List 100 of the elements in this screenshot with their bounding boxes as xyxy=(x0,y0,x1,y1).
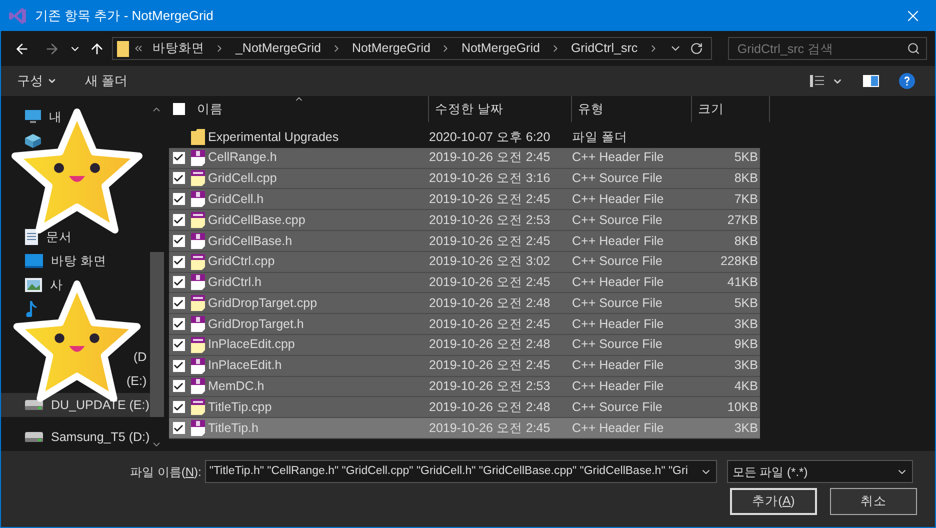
file-type: C++ Header File xyxy=(572,149,665,166)
modified-date: 2019-10-26 오전 2:45 xyxy=(429,274,552,292)
modified-date: 2019-10-26 오전 2:48 xyxy=(429,336,552,354)
file-size: 8KB xyxy=(733,232,758,250)
window-title: 기존 항목 추가 - NotMergeGrid xyxy=(35,7,214,26)
back-arrow-icon xyxy=(14,40,30,56)
file-size: 5KB xyxy=(733,149,758,166)
file-type: C++ Source File xyxy=(572,336,664,354)
file-size: 4KB xyxy=(733,378,758,396)
file-row[interactable]: GridCellBase.cpp 2019-10-26 오전 2:53 C++ Source File 27KB xyxy=(169,210,760,231)
file-type: C++ Header File xyxy=(572,420,665,437)
column-header[interactable]: 크기 xyxy=(692,96,770,122)
row-checkbox[interactable] xyxy=(172,193,184,206)
breadcrumb-item[interactable]: 바탕화면 xyxy=(148,39,208,58)
organize-menu-button[interactable]: 구성 xyxy=(17,71,57,91)
filename-label: 파일 이름(N): xyxy=(130,464,202,480)
sidebar-item[interactable]: 문서 xyxy=(25,225,72,249)
row-checkbox[interactable] xyxy=(172,256,184,268)
folder-icon xyxy=(117,40,130,56)
row-checkbox[interactable] xyxy=(172,360,184,372)
file-row[interactable]: GridCell.cpp 2019-10-26 오전 3:16 C++ Source File 8KB xyxy=(169,168,760,190)
file-size: 7KB xyxy=(733,190,758,208)
file-size: 3KB xyxy=(733,420,758,437)
breadcrumb-item[interactable]: NotMergeGrid xyxy=(348,39,434,58)
row-checkbox[interactable] xyxy=(172,380,184,392)
file-row[interactable]: CellRange.h 2019-10-26 오전 2:45 C++ Header File 5KB xyxy=(169,148,760,169)
sidebar-item[interactable]: 내 xyxy=(25,105,62,129)
sidebar-item[interactable]: DU_UPDATE (E:) xyxy=(1,393,150,417)
row-checkbox[interactable] xyxy=(172,214,184,226)
row-checkbox[interactable] xyxy=(172,422,184,434)
source-file-icon xyxy=(190,336,206,353)
file-name: InPlaceEdit.h xyxy=(207,357,283,374)
file-row[interactable]: GridDropTarget.h 2019-10-26 오전 2:45 C++ Header File 3KB xyxy=(169,314,760,335)
dialog-button[interactable]: 취소 xyxy=(830,488,917,515)
source-file-icon xyxy=(190,399,206,416)
source-file-icon xyxy=(190,295,206,312)
modified-date: 2019-10-26 오전 2:45 xyxy=(429,420,552,437)
row-checkbox[interactable] xyxy=(172,234,184,247)
dialog-button[interactable]: 추가(A) xyxy=(730,488,817,515)
file-type: C++ Source File xyxy=(572,170,664,188)
sidebar-item[interactable]: (D xyxy=(133,345,147,369)
file-row[interactable]: GridCtrl.h 2019-10-26 오전 2:45 C++ Header File 41KB xyxy=(169,272,760,294)
overflow-chevron-icon xyxy=(133,43,144,54)
scrollbar-thumb[interactable] xyxy=(150,252,164,417)
breadcrumb-item[interactable]: _NotMergeGrid xyxy=(231,39,325,58)
sidebar-item[interactable]: 사 xyxy=(25,273,63,297)
file-row[interactable]: MemDC.h 2019-10-26 오전 2:53 C++ Header File 4KB xyxy=(169,376,760,398)
file-size: 3KB xyxy=(733,316,758,333)
row-checkbox[interactable] xyxy=(172,401,184,414)
modified-date: 2019-10-26 오전 2:53 xyxy=(429,212,552,229)
refresh-icon[interactable] xyxy=(690,42,704,55)
row-checkbox[interactable] xyxy=(172,318,184,330)
document-icon xyxy=(25,229,38,245)
row-checkbox[interactable] xyxy=(172,338,184,351)
file-row[interactable]: GridCtrl.cpp 2019-10-26 오전 3:02 C++ Source File 228KB xyxy=(169,252,760,273)
select-all-checkbox[interactable] xyxy=(173,103,185,115)
row-checkbox[interactable] xyxy=(172,297,184,310)
column-header[interactable]: 유형 xyxy=(572,96,692,122)
file-size: 5KB xyxy=(733,294,758,312)
header-file-icon xyxy=(190,232,206,249)
file-row[interactable]: InPlaceEdit.h 2019-10-26 오전 2:45 C++ Header File 3KB xyxy=(169,356,760,377)
breadcrumb-item[interactable]: NotMergeGrid xyxy=(457,39,544,58)
preview-pane-icon[interactable] xyxy=(863,75,879,87)
column-header[interactable]: 수정한 날짜 xyxy=(429,96,572,122)
column-header[interactable]: 이름 xyxy=(197,100,223,118)
row-checkbox[interactable] xyxy=(172,172,184,184)
filename-field[interactable]: "TitleTip.h" "CellRange.h" "GridCell.cpp" "GridCell.h" "GridCellBase.cpp" "GridCellBase.h" "Gri xyxy=(205,460,718,483)
breadcrumb-item[interactable]: GridCtrl_src xyxy=(566,39,642,58)
view-options-icon[interactable] xyxy=(810,75,824,87)
file-row[interactable]: Experimental Upgrades 2020-10-07 오후 6:20 파일 폴더 xyxy=(169,127,760,148)
modified-date: 2019-10-26 오전 2:45 xyxy=(429,149,552,166)
file-row[interactable]: GridDropTarget.cpp 2019-10-26 오전 2:48 C++ Source File 5KB xyxy=(169,293,760,314)
new-folder-button[interactable]: 새 폴더 xyxy=(85,71,128,91)
modified-date: 2019-10-26 오전 2:45 xyxy=(429,316,552,333)
sidebar-item[interactable]: (E:) xyxy=(126,369,147,393)
row-checkbox[interactable] xyxy=(172,276,184,288)
address-bar[interactable]: 바탕화면 _NotMergeGrid NotMergeGrid NotMergeGrid GridCtrl_src xyxy=(112,37,712,60)
file-name: GridCellBase.h xyxy=(207,232,294,250)
search-field[interactable]: GridCtrl_src 검색 xyxy=(728,37,928,60)
cube-icon xyxy=(25,134,41,148)
modified-date: 2019-10-26 오전 2:45 xyxy=(429,357,552,374)
row-checkbox[interactable] xyxy=(172,152,184,164)
file-name: GridCell.h xyxy=(207,190,265,208)
file-type-dropdown[interactable]: 모든 파일 (*.*) xyxy=(727,460,914,483)
sidebar-item[interactable]: Samsung_T5 (D:) xyxy=(25,425,150,449)
file-name: GridCellBase.cpp xyxy=(207,212,306,229)
modified-date: 2019-10-26 오전 3:02 xyxy=(429,253,552,270)
file-row[interactable]: InPlaceEdit.cpp 2019-10-26 오전 2:48 C++ Source File 9KB xyxy=(169,334,760,356)
file-name: GridCtrl.h xyxy=(207,274,262,292)
file-row[interactable]: GridCellBase.h 2019-10-26 오전 2:45 C++ Header File 8KB xyxy=(169,230,760,252)
file-row[interactable]: GridCell.h 2019-10-26 오전 2:45 C++ Header File 7KB xyxy=(169,189,760,210)
header-file-icon xyxy=(190,316,206,332)
help-icon[interactable] xyxy=(899,73,915,89)
modified-date: 2019-10-26 오전 2:53 xyxy=(429,378,552,396)
file-name: InPlaceEdit.cpp xyxy=(207,336,296,354)
file-type: 파일 폴더 xyxy=(572,128,628,146)
file-name: GridDropTarget.h xyxy=(207,316,305,333)
modified-date: 2019-10-26 오전 3:16 xyxy=(429,170,552,188)
file-row[interactable]: TitleTip.cpp 2019-10-26 오전 2:48 C++ Source File 10KB xyxy=(169,397,760,418)
sidebar-item[interactable]: 바탕 화면 xyxy=(25,249,106,273)
